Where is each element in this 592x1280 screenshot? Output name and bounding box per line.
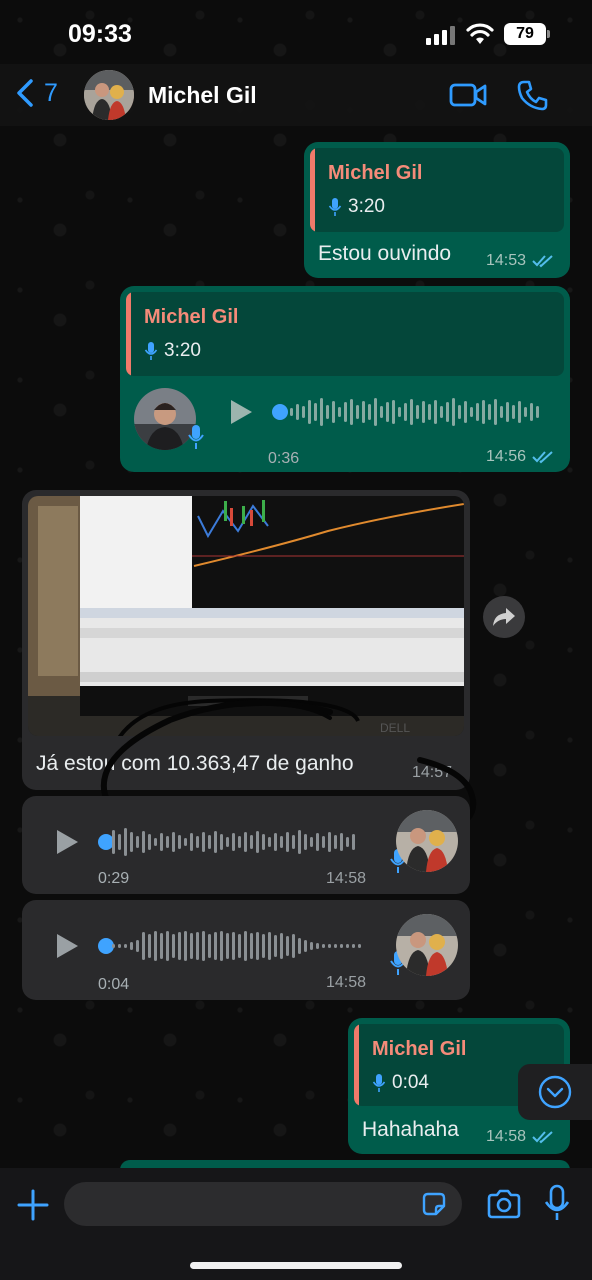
message-bubble-outgoing[interactable]: Michel Gil 3:20 0:36 14:56 [120,286,570,472]
message-input[interactable] [64,1182,462,1226]
play-icon[interactable] [228,398,254,426]
chat-header: 7 Michel Gil [0,64,592,126]
voice-waveform[interactable] [108,926,368,966]
voice-message-incoming[interactable]: 0:29 14:58 [22,796,470,894]
quoted-duration: 3:20 [348,196,385,217]
plus-icon[interactable] [16,1188,50,1222]
voice-message-incoming[interactable]: 0:04 14:58 [22,900,470,1000]
contact-avatar[interactable] [84,70,134,120]
quoted-duration: 3:20 [164,340,201,361]
sender-avatar [134,388,196,450]
voice-waveform[interactable] [286,392,548,432]
play-icon[interactable] [54,828,80,856]
microphone-icon [328,198,342,216]
scroll-to-bottom-button[interactable] [518,1064,592,1120]
photo-attachment[interactable]: DELL [28,496,464,736]
message-time: 14:56 [486,448,527,465]
double-check-icon [532,451,553,464]
message-time: 14:58 [326,870,367,887]
voice-waveform[interactable] [108,822,358,862]
forward-button[interactable] [483,596,525,638]
quoted-message[interactable]: Michel Gil 3:20 [126,292,564,376]
message-bubble-outgoing[interactable]: Michel Gil 3:20 Estou ouvindo 14:53 [304,142,570,278]
voice-duration: 0:36 [268,450,300,467]
quoted-duration: 0:04 [392,1072,429,1093]
forward-icon [493,608,515,626]
sender-avatar [396,914,458,976]
play-icon[interactable] [54,932,80,960]
signal-icon [426,25,456,45]
message-text: Hahahaha [362,1118,459,1141]
message-time: 14:53 [486,252,527,269]
message-time: 14:57 [412,764,453,781]
quoted-sender: Michel Gil [144,306,239,328]
sender-avatar [396,810,458,872]
double-check-icon [532,255,553,268]
image-message-incoming[interactable]: DELL Já estou com 10.363,47 de ganho 14:… [22,490,470,790]
quoted-message[interactable]: Michel Gil 3:20 [310,148,564,232]
voice-duration: 0:29 [98,870,130,887]
battery-icon: 79 [504,23,546,45]
sticker-icon[interactable] [420,1190,448,1218]
unread-count: 7 [44,78,58,107]
microphone-icon [144,342,158,360]
status-time: 09:33 [68,20,132,48]
message-time: 14:58 [486,1128,527,1145]
voice-duration: 0:04 [98,976,130,993]
phone-icon[interactable] [516,78,550,112]
video-call-icon[interactable] [448,80,488,110]
wifi-icon [466,23,494,44]
microphone-icon[interactable] [544,1184,570,1222]
quoted-sender: Michel Gil [372,1038,467,1060]
message-time: 14:58 [326,974,367,991]
back-chevron-icon [17,79,33,107]
quoted-sender: Michel Gil [328,162,423,184]
contact-name[interactable]: Michel Gil [148,82,257,109]
status-bar: 09:33 79 [0,0,592,64]
double-check-icon [532,1131,553,1144]
back-button[interactable]: 7 [14,78,58,108]
monitor-brand-text: DELL [380,721,410,735]
image-caption: Já estou com 10.363,47 de ganho [36,752,354,775]
chevron-down-icon [538,1075,572,1109]
camera-icon[interactable] [486,1188,522,1220]
microphone-icon [188,425,204,449]
home-indicator [190,1262,402,1269]
microphone-icon [372,1074,386,1092]
message-text: Estou ouvindo [318,242,452,265]
